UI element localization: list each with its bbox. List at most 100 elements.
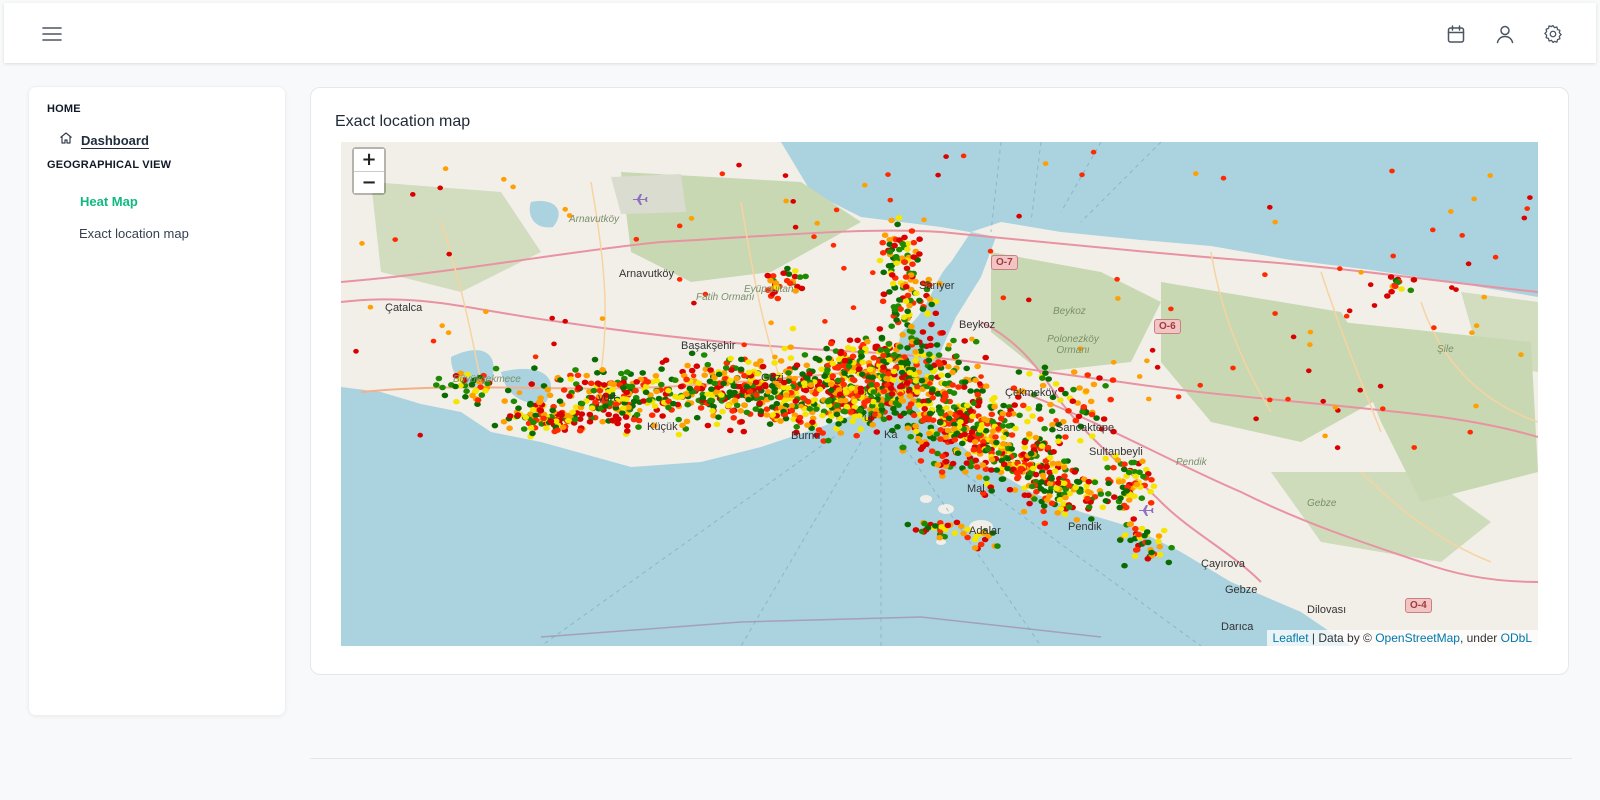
location-marker[interactable] [678, 394, 685, 400]
location-marker[interactable] [1290, 334, 1297, 340]
location-marker[interactable] [720, 380, 727, 387]
location-marker[interactable] [704, 422, 712, 429]
location-marker[interactable] [842, 397, 849, 404]
location-marker[interactable] [1024, 418, 1031, 425]
location-marker[interactable] [1025, 492, 1032, 499]
location-marker[interactable] [894, 221, 901, 228]
location-marker[interactable] [862, 182, 868, 188]
location-marker[interactable] [591, 356, 599, 363]
location-marker[interactable] [532, 412, 539, 419]
location-marker[interactable] [766, 421, 774, 427]
location-marker[interactable] [984, 446, 992, 452]
location-marker[interactable] [787, 344, 794, 350]
location-marker[interactable] [768, 320, 774, 326]
location-marker[interactable] [1524, 206, 1530, 211]
location-marker[interactable] [835, 356, 843, 363]
location-marker[interactable] [782, 173, 789, 178]
location-marker[interactable] [963, 365, 970, 372]
location-marker[interactable] [1102, 498, 1110, 504]
location-marker[interactable] [1084, 372, 1091, 378]
location-marker[interactable] [953, 353, 960, 359]
location-marker[interactable] [825, 397, 833, 403]
location-marker[interactable] [899, 374, 906, 381]
location-marker[interactable] [785, 385, 792, 391]
location-marker[interactable] [804, 398, 812, 405]
location-marker[interactable] [886, 357, 893, 363]
location-marker[interactable] [1521, 215, 1528, 221]
location-marker[interactable] [887, 385, 895, 391]
location-marker[interactable] [790, 199, 796, 204]
location-marker[interactable] [993, 467, 1001, 473]
location-marker[interactable] [571, 416, 579, 423]
location-marker[interactable] [562, 206, 568, 212]
location-marker[interactable] [572, 367, 579, 373]
location-marker[interactable] [442, 166, 449, 172]
location-marker[interactable] [1272, 219, 1278, 225]
location-marker[interactable] [618, 370, 625, 377]
location-marker[interactable] [1065, 408, 1072, 414]
location-marker[interactable] [769, 412, 776, 418]
location-marker[interactable] [941, 380, 949, 387]
location-marker[interactable] [1126, 521, 1134, 528]
location-marker[interactable] [536, 407, 544, 414]
location-marker[interactable] [1032, 434, 1040, 441]
location-marker[interactable] [1141, 532, 1148, 539]
location-marker[interactable] [859, 359, 866, 366]
location-marker[interactable] [1082, 388, 1090, 394]
location-marker[interactable] [609, 417, 616, 424]
location-marker[interactable] [741, 342, 747, 348]
location-marker[interactable] [491, 422, 499, 429]
location-marker[interactable] [950, 337, 957, 344]
location-marker[interactable] [853, 432, 860, 439]
location-marker[interactable] [733, 375, 740, 382]
location-marker[interactable] [711, 380, 718, 387]
location-marker[interactable] [995, 450, 1002, 456]
location-marker[interactable] [928, 321, 935, 328]
location-marker[interactable] [813, 406, 820, 412]
location-marker[interactable] [500, 418, 508, 425]
sidebar-item-exact-location-map[interactable]: Exact location map [79, 226, 189, 241]
location-marker[interactable] [624, 428, 631, 434]
location-marker[interactable] [435, 375, 443, 382]
location-marker[interactable] [1041, 364, 1049, 371]
location-marker[interactable] [1053, 485, 1060, 492]
location-marker[interactable] [987, 248, 994, 254]
location-marker[interactable] [1465, 261, 1472, 267]
location-marker[interactable] [1132, 473, 1139, 480]
location-marker[interactable] [1076, 489, 1083, 495]
location-marker[interactable] [1156, 551, 1164, 558]
location-marker[interactable] [1085, 504, 1093, 510]
location-marker[interactable] [1337, 266, 1343, 272]
location-marker[interactable] [1459, 233, 1465, 238]
location-marker[interactable] [835, 421, 842, 427]
location-marker[interactable] [652, 373, 660, 379]
location-marker[interactable] [1090, 381, 1098, 388]
location-marker[interactable] [1069, 398, 1077, 405]
location-marker[interactable] [818, 366, 825, 373]
location-map[interactable]: Arnavutköy Arnavutköy Fatih Ormanı Eyüps… [341, 142, 1538, 646]
location-marker[interactable] [842, 389, 850, 395]
location-marker[interactable] [995, 426, 1002, 432]
location-marker[interactable] [530, 419, 537, 426]
location-marker[interactable] [962, 469, 969, 475]
location-marker[interactable] [1037, 416, 1044, 423]
location-marker[interactable] [776, 394, 784, 401]
location-marker[interactable] [785, 370, 792, 376]
location-marker[interactable] [803, 362, 811, 369]
location-marker[interactable] [912, 423, 919, 429]
location-marker[interactable] [791, 375, 798, 382]
location-marker[interactable] [614, 420, 621, 427]
leaflet-link[interactable]: Leaflet [1273, 631, 1309, 645]
location-marker[interactable] [1487, 173, 1493, 178]
location-marker[interactable] [801, 352, 809, 358]
location-marker[interactable] [1175, 394, 1182, 400]
location-marker[interactable] [879, 298, 887, 305]
location-marker[interactable] [950, 426, 958, 432]
location-marker[interactable] [1128, 459, 1135, 466]
location-marker[interactable] [551, 341, 557, 347]
location-marker[interactable] [928, 301, 935, 308]
location-marker[interactable] [977, 541, 985, 548]
location-marker[interactable] [953, 519, 961, 526]
location-marker[interactable] [632, 387, 639, 394]
location-marker[interactable] [709, 408, 716, 414]
